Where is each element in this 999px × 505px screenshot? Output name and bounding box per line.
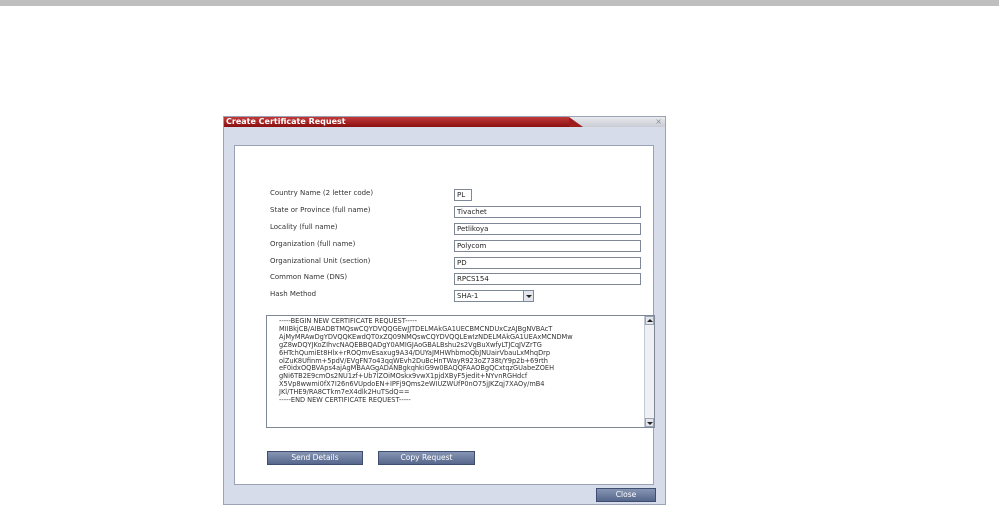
chevron-down-icon[interactable] bbox=[523, 291, 533, 301]
csr-scrollbar[interactable] bbox=[644, 316, 654, 427]
hash-method-label: Hash Method bbox=[270, 290, 317, 298]
form-panel: Country Name (2 letter code) PL State or… bbox=[234, 145, 655, 485]
close-icon[interactable]: × bbox=[655, 116, 662, 127]
dialog-title: Create Certificate Request bbox=[226, 117, 346, 126]
title-bar[interactable]: Create Certificate Request × bbox=[224, 117, 665, 127]
state-input[interactable]: Tivachet bbox=[454, 206, 641, 218]
hash-method-value: SHA-1 bbox=[457, 292, 479, 300]
country-label: Country Name (2 letter code) bbox=[270, 189, 374, 197]
organization-input[interactable]: Polycom bbox=[454, 240, 641, 252]
scroll-up-icon[interactable] bbox=[645, 316, 654, 325]
country-input[interactable]: PL bbox=[454, 189, 472, 201]
title-tab: Create Certificate Request bbox=[224, 117, 583, 127]
send-details-button[interactable]: Send Details bbox=[267, 451, 363, 465]
create-certificate-request-dialog: Create Certificate Request × Country Nam… bbox=[223, 116, 666, 505]
scroll-down-icon[interactable] bbox=[645, 418, 654, 427]
hash-method-select[interactable]: SHA-1 bbox=[454, 290, 534, 302]
top-rule bbox=[0, 0, 999, 6]
certificate-request-textarea[interactable]: -----BEGIN NEW CERTIFICATE REQUEST----- M… bbox=[266, 315, 655, 428]
org-unit-label: Organizational Unit (section) bbox=[270, 257, 371, 265]
organization-label: Organization (full name) bbox=[270, 240, 356, 248]
org-unit-input[interactable]: PD bbox=[454, 257, 641, 269]
locality-input[interactable]: Petlikoya bbox=[454, 223, 641, 235]
locality-label: Locality (full name) bbox=[270, 223, 338, 231]
csr-line: -----END NEW CERTIFICATE REQUEST----- bbox=[279, 396, 411, 405]
common-name-label: Common Name (DNS) bbox=[270, 273, 348, 281]
state-label: State or Province (full name) bbox=[270, 206, 371, 214]
certificate-request-text: -----BEGIN NEW CERTIFICATE REQUEST----- M… bbox=[279, 317, 641, 405]
close-button[interactable]: Close bbox=[596, 488, 656, 502]
common-name-input[interactable]: RPCS154 bbox=[454, 273, 641, 285]
copy-request-button[interactable]: Copy Request bbox=[378, 451, 475, 465]
